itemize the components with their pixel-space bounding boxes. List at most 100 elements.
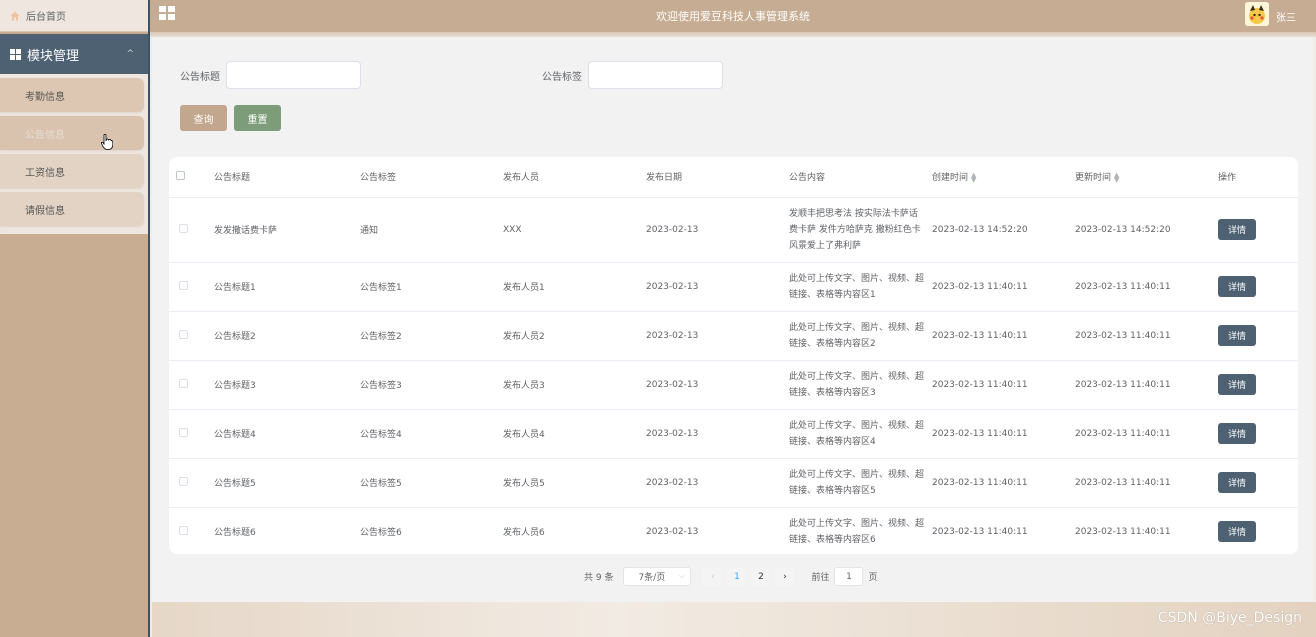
cell-tag: 公告标签6 [360,507,503,554]
cell-content: 发顺丰把思考法 按实际法卡萨话费卡萨 发件方哈萨克 撒粉红色卡 风景爱上了弗利萨 [789,197,932,263]
next-page-button[interactable]: › [774,567,796,586]
cell-date: 2023-02-13 [646,458,789,508]
detail-button[interactable]: 详情 [1218,472,1256,493]
table-row: 公告标题5 公告标签5 发布人员5 2023-02-13 此处可上传文字、图片、视频、超… [169,458,1298,508]
cell-date: 2023-02-13 [646,507,789,554]
title-filter-label: 公告标题 [180,71,220,83]
table-row: 公告标题3 公告标签3 发布人员3 2023-02-13 此处可上传文字、图片、视频、超… [169,360,1298,410]
sidebar-home[interactable]: 后台首页 [0,0,148,32]
query-button[interactable]: 查询 [180,105,227,131]
col-header-tag: 公告标签 [360,157,503,198]
cell-title: 公告标题4 [214,409,360,459]
detail-button[interactable]: 详情 [1218,374,1256,395]
detail-button[interactable]: 详情 [1218,423,1256,444]
cell-content: 此处可上传文字、图片、视频、超链接、表格等内容区5 [789,458,932,508]
cell-updated: 2023-02-13 11:40:11 [1075,507,1218,554]
cell-created: 2023-02-13 11:40:11 [932,360,1075,410]
cell-title: 公告标题1 [214,262,360,312]
row-checkbox[interactable] [179,476,188,486]
goto-page-input[interactable]: 1 [834,567,864,586]
table-row: 公告标题4 公告标签4 发布人员4 2023-02-13 此处可上传文字、图片、视频、超… [169,409,1298,459]
cell-updated: 2023-02-13 11:40:11 [1075,311,1218,361]
row-actions-cell: 详情 [1218,311,1298,361]
cell-author: 发布人员2 [503,311,646,361]
goto-unit: 页 [868,573,878,583]
cell-tag: 公告标签5 [360,458,503,508]
cell-date: 2023-02-13 [646,311,789,361]
user-avatar[interactable] [1245,2,1269,26]
row-checkbox[interactable] [179,329,188,339]
sort-icon[interactable]: ▲ ▼ [971,171,976,183]
col-header-actions: 操作 [1218,157,1298,198]
row-checkbox[interactable] [179,427,188,437]
reset-button[interactable]: 重置 [234,105,281,131]
detail-button[interactable]: 详情 [1218,276,1256,297]
row-checkbox-cell [169,458,214,508]
row-checkbox[interactable] [179,223,188,233]
cell-updated: 2023-02-13 11:40:11 [1075,409,1218,459]
detail-button[interactable]: 详情 [1218,521,1256,542]
col-header-title: 公告标题 [214,157,360,198]
cell-author: 发布人员5 [503,458,646,508]
detail-button[interactable]: 详情 [1218,325,1256,346]
cell-updated: 2023-02-13 11:40:11 [1075,458,1218,508]
avatar-image [1245,2,1269,26]
sort-icon[interactable]: ▲ ▼ [1114,171,1119,183]
menu-grid-icon[interactable] [159,6,175,20]
cell-date: 2023-02-13 [646,197,789,263]
row-checkbox[interactable] [179,525,188,535]
col-header-updated[interactable]: 更新时间 ▲ ▼ [1075,157,1218,198]
user-name[interactable]: 张三 [1276,9,1296,24]
tag-filter-label: 公告标签 [542,71,582,83]
row-checkbox[interactable] [179,280,188,290]
row-checkbox-cell [169,507,214,554]
goto-label: 前往 [811,573,830,583]
cell-tag: 公告标签3 [360,360,503,410]
col-header-created-label: 创建时间 [932,173,969,184]
sidebar-item-leave[interactable]: 请假信息 [0,192,144,226]
select-all-checkbox[interactable] [176,170,185,180]
row-checkbox-cell [169,360,214,410]
tag-filter-input[interactable] [588,61,723,89]
sidebar-item-notice[interactable]: 公告信息 [0,116,144,150]
cell-tag: 通知 [360,197,503,263]
pagination: 共 9 条 7条/页 ⌵ ‹ 1 2 › 前往 1 页 [584,567,877,586]
sidebar-group-module[interactable]: 模块管理 ^ [0,34,148,74]
sidebar-group-label: 模块管理 [27,48,80,64]
table-row: 发发撒话费卡萨 通知 XXX 2023-02-13 发顺丰把思考法 按实际法卡萨话费卡萨… [169,197,1298,263]
cell-updated: 2023-02-13 14:52:20 [1075,197,1218,263]
home-icon [10,11,20,20]
row-actions-cell: 详情 [1218,360,1298,410]
col-header-created[interactable]: 创建时间 ▲ ▼ [932,157,1075,198]
cell-author: 发布人员4 [503,409,646,459]
row-actions-cell: 详情 [1218,458,1298,508]
cell-content: 此处可上传文字、图片、视频、超链接、表格等内容区4 [789,409,932,459]
pagination-total: 共 9 条 [584,573,614,583]
sidebar-item-label: 公告信息 [25,129,65,141]
row-actions-cell: 详情 [1218,262,1298,312]
watermark: CSDN @Biye_Design [1157,610,1302,626]
notice-table: 公告标题 公告标签 发布人员 发布日期 公告内容 创建时间 ▲ ▼ 更新时间 ▲ ▼ 操… [169,157,1298,554]
chevron-down-icon: ⌵ [679,572,685,580]
detail-button[interactable]: 详情 [1218,219,1256,240]
cell-updated: 2023-02-13 11:40:11 [1075,360,1218,410]
row-checkbox-cell [169,409,214,459]
page-1-button[interactable]: 1 [726,567,748,586]
cell-date: 2023-02-13 [646,360,789,410]
row-checkbox-cell [169,197,214,263]
table-row: 公告标题2 公告标签2 发布人员2 2023-02-13 此处可上传文字、图片、视频、超… [169,311,1298,361]
sidebar-item-salary[interactable]: 工资信息 [0,154,144,188]
cell-created: 2023-02-13 11:40:11 [932,458,1075,508]
row-checkbox[interactable] [179,378,188,388]
page-size-select[interactable]: 7条/页 ⌵ [623,567,692,586]
page-2-button[interactable]: 2 [750,567,772,586]
cell-author: 发布人员1 [503,262,646,312]
sidebar-item-label: 工资信息 [25,167,65,179]
row-checkbox-cell [169,311,214,361]
sidebar-item-attendance[interactable]: 考勤信息 [0,78,144,112]
cell-title: 公告标题2 [214,311,360,361]
grid-icon [10,48,21,60]
search-form: 公告标题 公告标签 [180,61,723,89]
prev-page-button[interactable]: ‹ [702,567,724,586]
title-filter-input[interactable] [226,61,361,89]
